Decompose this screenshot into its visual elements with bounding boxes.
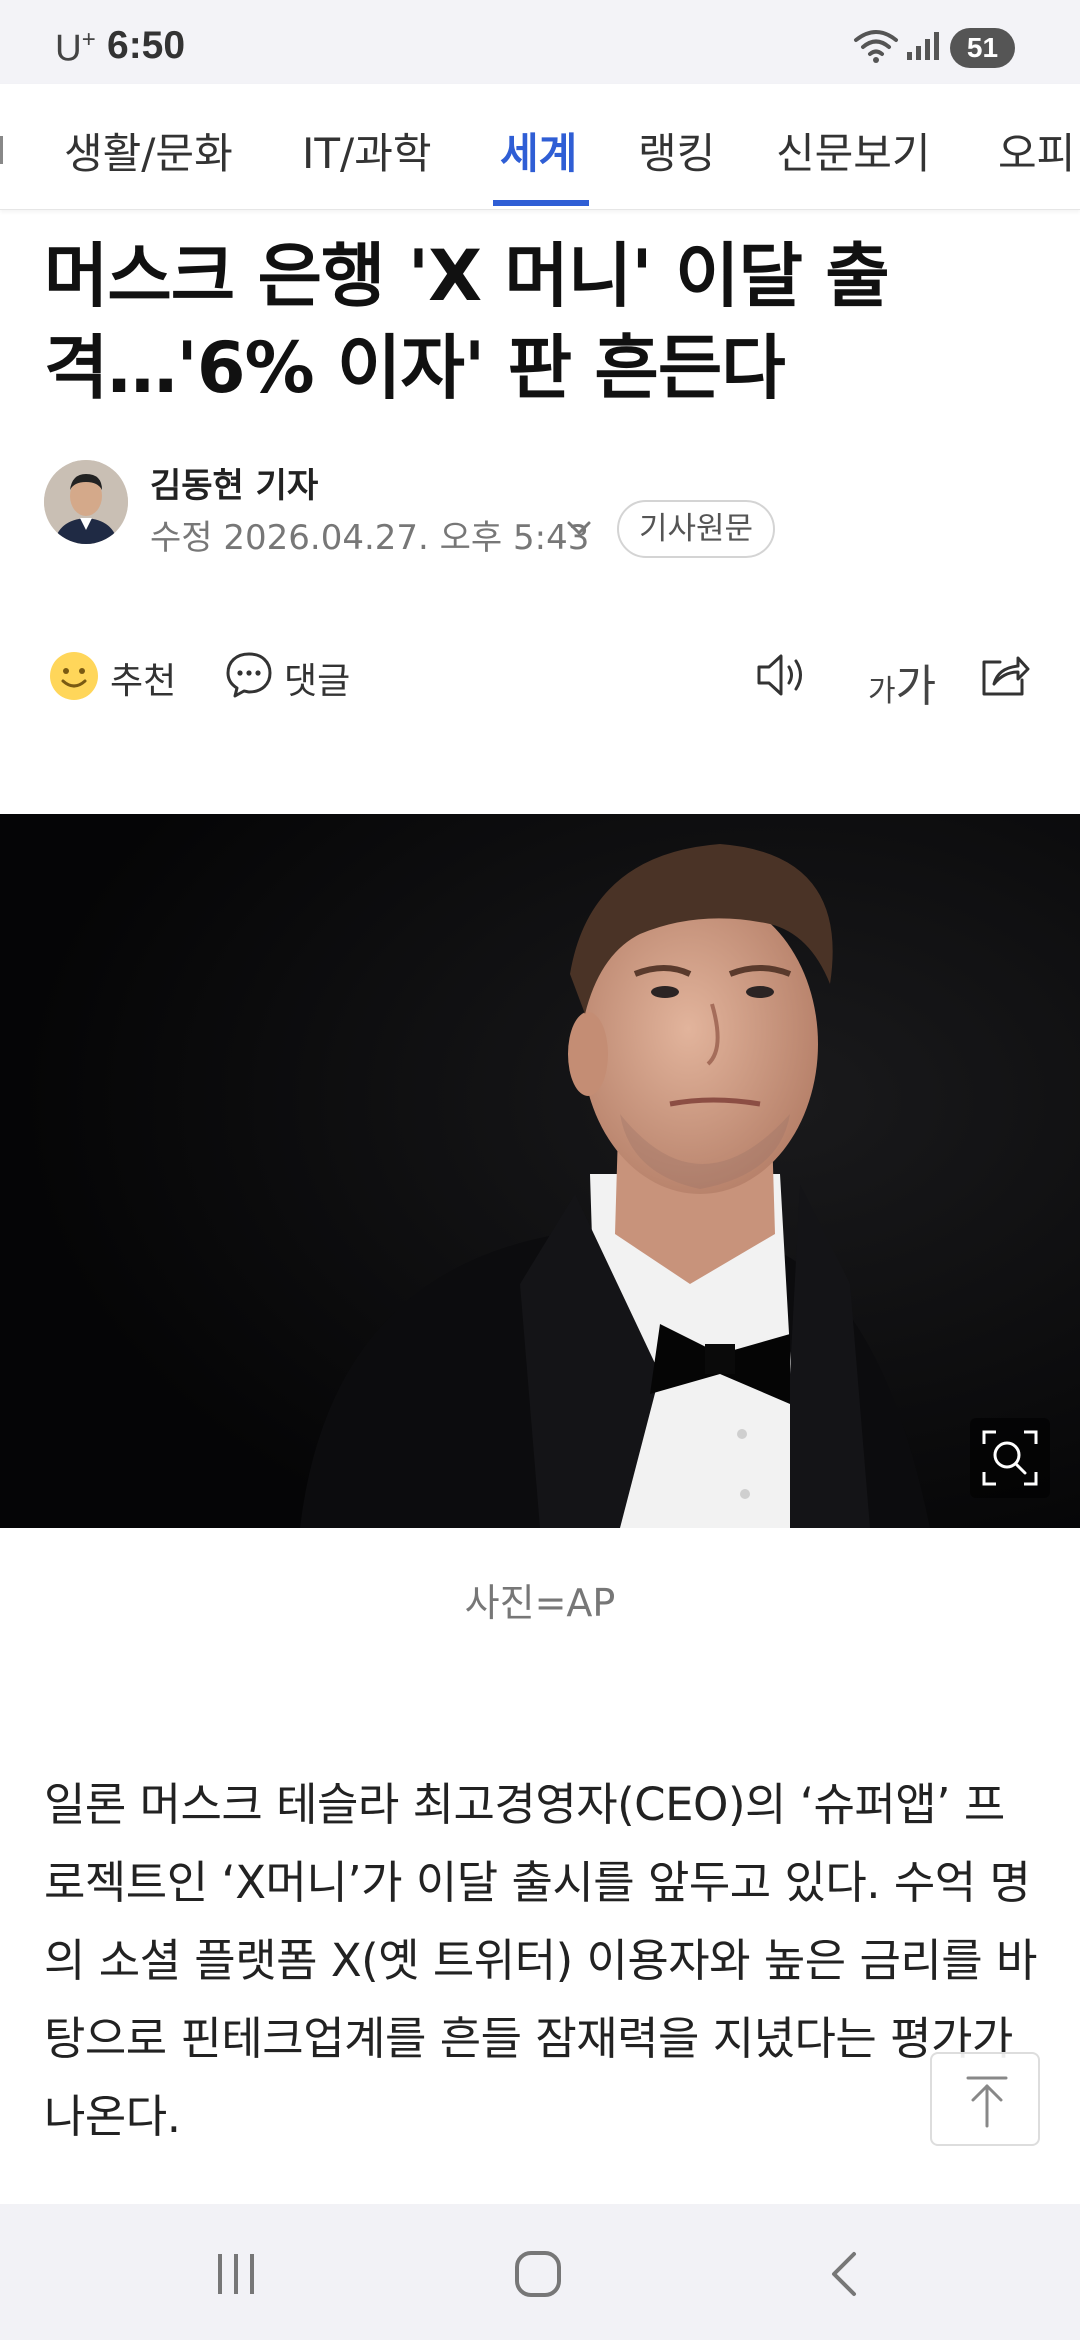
- portrait-image: [0, 814, 1080, 1528]
- tab-newspaper[interactable]: 신문보기: [776, 120, 931, 181]
- zoom-icon: [982, 1430, 1038, 1486]
- clock: 6:50: [107, 24, 186, 67]
- scroll-top-icon: [966, 2076, 1008, 2128]
- tab-ranking[interactable]: 랭킹: [638, 120, 715, 181]
- share-icon[interactable]: [978, 650, 1032, 700]
- active-tab-indicator: [493, 200, 589, 206]
- font-size-large: 가: [895, 661, 937, 712]
- category-nav: 생활/문화 IT/과학 세계 랭킹 신문보기 오피: [0, 84, 1080, 210]
- recommend-button[interactable]: 추천: [110, 652, 176, 704]
- avatar-image: [44, 460, 128, 544]
- system-navigation-bar: [0, 2204, 1080, 2340]
- original-article-button[interactable]: 기사원문: [617, 500, 775, 558]
- home-icon[interactable]: [514, 2250, 562, 2298]
- status-bar: U+ 6:50 51: [0, 0, 1080, 84]
- carrier-label: U+: [55, 26, 96, 69]
- battery-indicator: 51: [950, 28, 1015, 68]
- signal-icon: [907, 32, 939, 60]
- back-icon[interactable]: [826, 2250, 862, 2298]
- reporter-name[interactable]: 김동현 기자: [150, 458, 318, 507]
- tab-it-science[interactable]: IT/과학: [302, 120, 431, 181]
- tab-opinion[interactable]: 오피: [998, 120, 1075, 181]
- chevron-down-icon[interactable]: [565, 518, 593, 538]
- photo-zoom-button[interactable]: [970, 1418, 1050, 1498]
- font-size-button[interactable]: 가가: [868, 650, 936, 714]
- speech-bubble-icon[interactable]: [224, 650, 274, 700]
- wifi-icon: [854, 30, 898, 63]
- tab-world[interactable]: 세계: [500, 120, 577, 181]
- font-size-small: 가: [868, 674, 896, 709]
- recent-apps-icon[interactable]: [212, 2252, 260, 2296]
- smiley-icon[interactable]: [48, 650, 100, 702]
- comment-button[interactable]: 댓글: [284, 652, 350, 704]
- nav-scroll-edge: [0, 136, 3, 164]
- article-body: 일론 머스크 테슬라 최고경영자(CEO)의 ‘슈퍼앱’ 프로젝트인 ‘X머니’…: [44, 1778, 1037, 2143]
- article-headline: 머스크 은행 'X 머니' 이달 출격…'6% 이자' 판 흔든다: [44, 235, 890, 409]
- speaker-icon[interactable]: [755, 650, 811, 700]
- article-photo[interactable]: [0, 814, 1080, 1528]
- scroll-top-button[interactable]: [930, 2052, 1040, 2146]
- tab-life-culture[interactable]: 생활/문화: [64, 120, 233, 181]
- photo-caption: 사진=AP: [464, 1581, 616, 1625]
- article-timestamp: 수정 2026.04.27. 오후 5:43: [150, 518, 590, 558]
- reporter-avatar[interactable]: [44, 460, 128, 544]
